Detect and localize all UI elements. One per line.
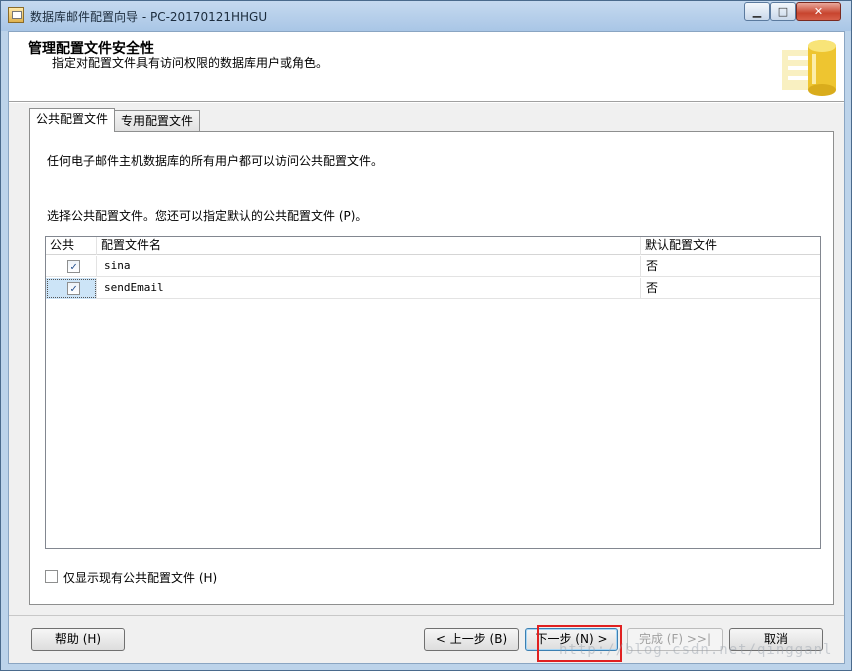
minimize-button[interactable]: ▁ [744, 2, 770, 21]
tab-control: 公共配置文件 专用配置文件 任何电子邮件主机数据库的所有用户都可以访问公共配置文… [29, 108, 834, 605]
public-checkbox[interactable]: ✓ [67, 282, 80, 295]
show-existing-public-label[interactable]: 仅显示现有公共配置文件 (H) [63, 569, 217, 586]
tab-public-profiles[interactable]: 公共配置文件 [29, 108, 116, 132]
default-profile-cell[interactable]: 否 [641, 256, 820, 277]
wizard-client: 管理配置文件安全性 指定对配置文件具有访问权限的数据库用户或角色。 公共配置文件… [8, 31, 845, 664]
table-row[interactable]: ✓ sina 否 [46, 256, 820, 277]
app-icon [8, 7, 24, 23]
show-existing-public-checkbox[interactable] [45, 570, 58, 583]
database-icon [782, 40, 836, 96]
column-header-profile-name[interactable]: 配置文件名 [97, 237, 641, 255]
header-divider [9, 102, 844, 103]
column-header-default[interactable]: 默认配置文件 [641, 237, 820, 255]
panel-instruction: 选择公共配置文件。您还可以指定默认的公共配置文件 (P)。 [47, 209, 368, 223]
footer-divider [9, 615, 844, 616]
title-bar[interactable]: 数据库邮件配置向导 - PC-20170121HHGU ▁ □ ✕ [1, 1, 851, 31]
tab-private-profiles[interactable]: 专用配置文件 [114, 110, 201, 132]
panel-description: 任何电子邮件主机数据库的所有用户都可以访问公共配置文件。 [47, 154, 384, 168]
help-button[interactable]: 帮助 (H) [31, 628, 125, 651]
back-button[interactable]: < 上一步 (B) [424, 628, 519, 651]
close-button[interactable]: ✕ [796, 2, 841, 21]
wizard-header: 管理配置文件安全性 指定对配置文件具有访问权限的数据库用户或角色。 [9, 32, 844, 102]
public-cell[interactable]: ✓ [46, 256, 97, 277]
tab-panel: 任何电子邮件主机数据库的所有用户都可以访问公共配置文件。 选择公共配置文件。您还… [29, 131, 834, 605]
profile-name-cell[interactable]: sina [97, 256, 641, 277]
profile-grid[interactable]: 公共 配置文件名 默认配置文件 ✓ sina 否 ✓ sendEmail 否 [45, 236, 821, 549]
profile-name-cell[interactable]: sendEmail [97, 278, 641, 299]
wizard-window: 数据库邮件配置向导 - PC-20170121HHGU ▁ □ ✕ 管理配置文件… [0, 0, 852, 671]
maximize-button[interactable]: □ [770, 2, 796, 21]
window-title: 数据库邮件配置向导 - PC-20170121HHGU [30, 10, 268, 24]
default-profile-cell[interactable]: 否 [641, 278, 820, 299]
public-checkbox[interactable]: ✓ [67, 260, 80, 273]
column-header-public[interactable]: 公共 [46, 237, 97, 255]
watermark: http://blog.csdn.net/qingganl [559, 642, 833, 658]
table-row[interactable]: ✓ sendEmail 否 [46, 278, 820, 299]
public-cell[interactable]: ✓ [46, 278, 97, 299]
grid-header: 公共 配置文件名 默认配置文件 [46, 237, 820, 255]
page-subtitle: 指定对配置文件具有访问权限的数据库用户或角色。 [52, 56, 329, 70]
